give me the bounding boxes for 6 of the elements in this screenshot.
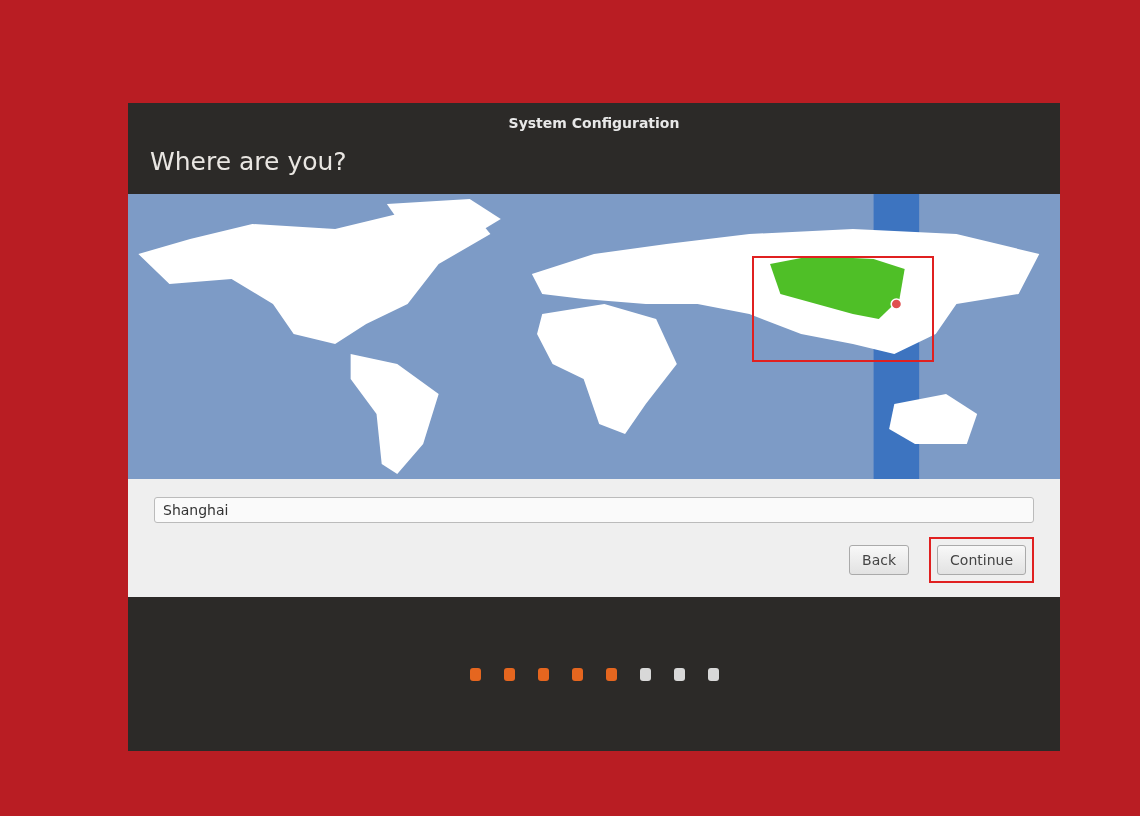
window-title: System Configuration — [507, 114, 681, 133]
world-map-drawing[interactable] — [128, 194, 1060, 479]
location-field[interactable]: Shanghai — [154, 497, 1034, 523]
continue-button[interactable]: Continue — [937, 545, 1026, 575]
page-heading: Where are you? — [149, 146, 348, 178]
back-button[interactable]: Back — [849, 545, 910, 575]
